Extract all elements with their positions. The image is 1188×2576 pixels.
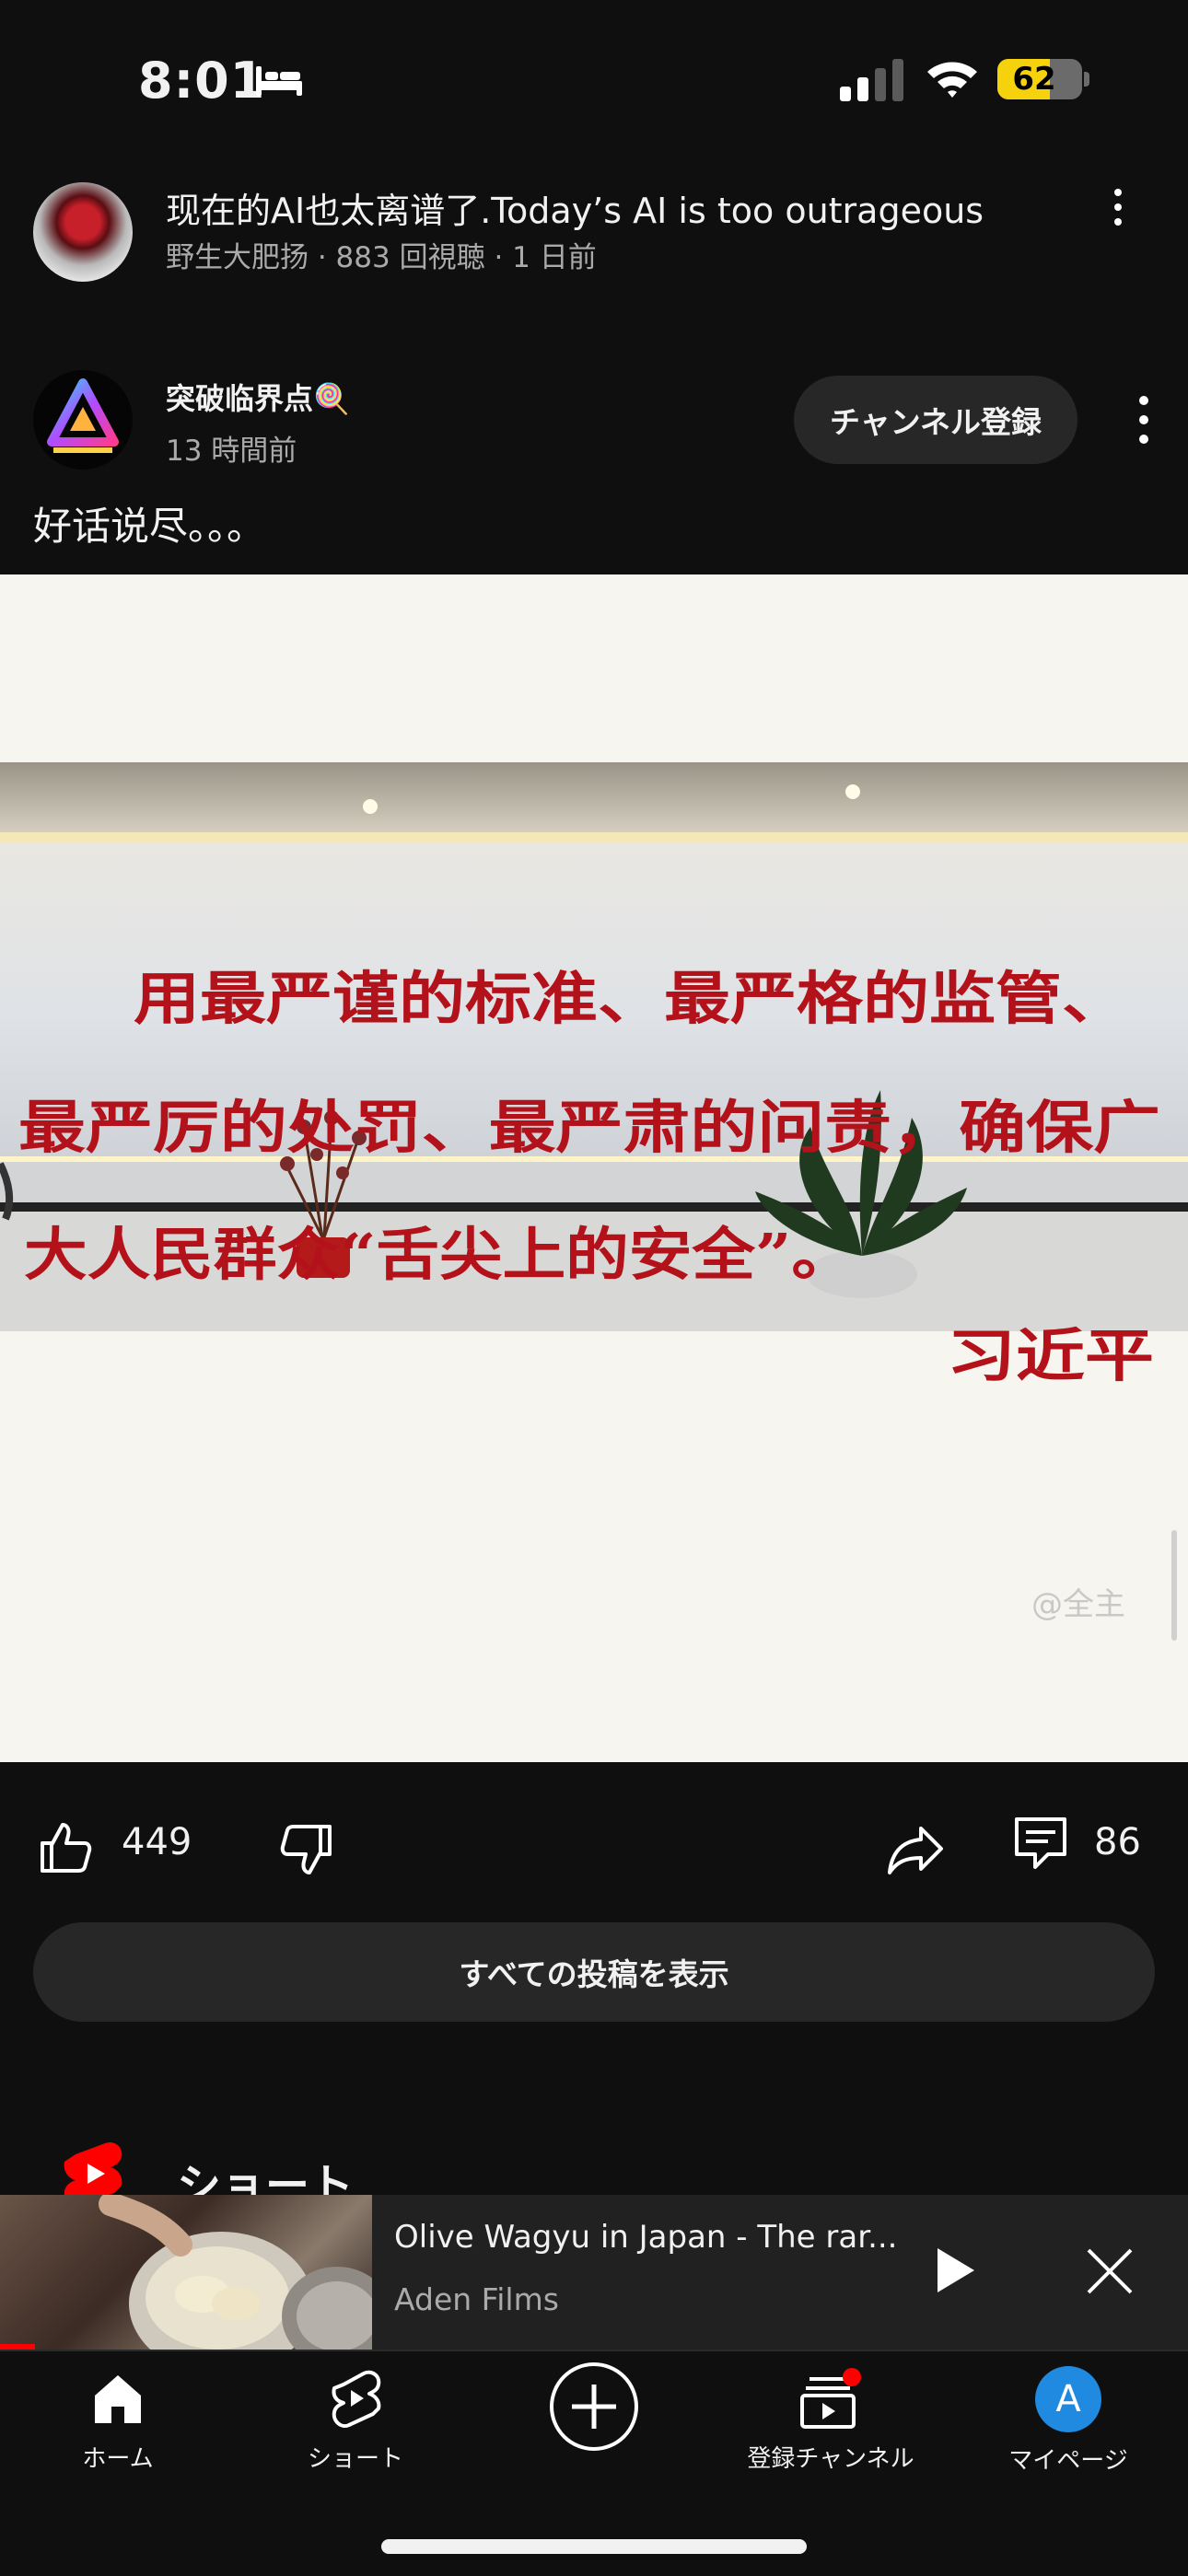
status-time: 8:01 [138, 52, 266, 110]
nav-shorts[interactable]: ショート [254, 2366, 457, 2474]
post-channel-name[interactable]: 突破临界点🍭 [166, 376, 350, 418]
post-channel-avatar[interactable] [33, 370, 133, 470]
mini-thumbnail-image [99, 2195, 372, 2350]
battery-level: 62 [1012, 61, 1056, 98]
comment-count: 86 [1094, 1821, 1141, 1863]
battery-indicator: 62 [997, 59, 1082, 99]
close-icon[interactable] [1085, 2246, 1135, 2296]
shorts-icon [332, 2370, 381, 2428]
channel-logo-icon [47, 378, 119, 453]
home-icon [95, 2375, 141, 2423]
nav-mypage[interactable]: A マイページ [967, 2366, 1170, 2476]
create-plus-icon [550, 2362, 638, 2451]
view-all-posts-button[interactable]: すべての投稿を表示 [33, 1922, 1155, 2022]
video-title[interactable]: 现在的AI也太离谱了.Today’s AI is too outrageous [166, 182, 984, 233]
dislike-icon[interactable] [278, 1821, 337, 1880]
subscribe-button[interactable]: チャンネル登録 [794, 376, 1077, 464]
nav-subscriptions[interactable]: 登録チャンネル [729, 2366, 932, 2474]
sleep-focus-icon [256, 66, 302, 96]
slogan-line-1: 用最严谨的标准、最严格的监管、 [134, 965, 1128, 1032]
nav-subscriptions-label: 登録チャンネル [747, 2445, 914, 2473]
account-avatar: A [1035, 2366, 1101, 2432]
mini-player-title[interactable]: Olive Wagyu in Japan - The rar... [394, 2219, 898, 2256]
post-time: 13 時間前 [166, 435, 297, 468]
share-icon[interactable] [886, 1819, 945, 1878]
scrollbar[interactable] [1171, 1530, 1177, 1641]
slogan-line-3: 大人民群众“舌尖上的安全”。 [24, 1221, 855, 1288]
like-icon[interactable] [35, 1817, 94, 1876]
home-indicator[interactable] [381, 2539, 807, 2554]
account-avatar-letter: A [1055, 2378, 1081, 2420]
cellular-signal-icon [840, 59, 903, 101]
nav-mypage-label: マイページ [1008, 2447, 1128, 2475]
nav-shorts-label: ショート [307, 2445, 403, 2473]
slogan-wall-image: 用最严谨的标准、最严格的监管、 最严厉的处罚、最严肃的问责，确保广 大人民群众“… [0, 574, 1188, 1762]
nav-create[interactable] [493, 2362, 695, 2462]
video-more-icon[interactable] [1100, 188, 1136, 226]
video-channel-avatar[interactable] [33, 182, 133, 282]
wifi-icon [927, 62, 977, 98]
mini-player-thumbnail[interactable] [0, 2195, 372, 2350]
post-more-icon[interactable] [1125, 394, 1162, 446]
slogan-signature: 习近平 [947, 1322, 1154, 1389]
mini-player-channel: Aden Films [394, 2281, 559, 2317]
play-icon[interactable] [930, 2245, 978, 2296]
nav-home-label: ホーム [82, 2445, 154, 2473]
post-text: 好话说尽。。。 [33, 504, 266, 549]
comment-icon[interactable] [1011, 1814, 1070, 1873]
like-count: 449 [122, 1821, 192, 1863]
post-image[interactable]: 用最严谨的标准、最严格的监管、 最严厉的处罚、最严肃的问责，确保广 大人民群众“… [0, 574, 1188, 1762]
battery-cap [1084, 72, 1089, 87]
nav-home[interactable]: ホーム [17, 2366, 219, 2474]
subscriptions-icon [800, 2368, 861, 2429]
slogan-line-2: 最严厉的处罚、最严肃的问责，确保广 [18, 1094, 1160, 1161]
video-meta: 野生大肥扬 · 883 回視聴 · 1 日前 [166, 241, 597, 274]
image-watermark: @全主 [1031, 1586, 1125, 1623]
